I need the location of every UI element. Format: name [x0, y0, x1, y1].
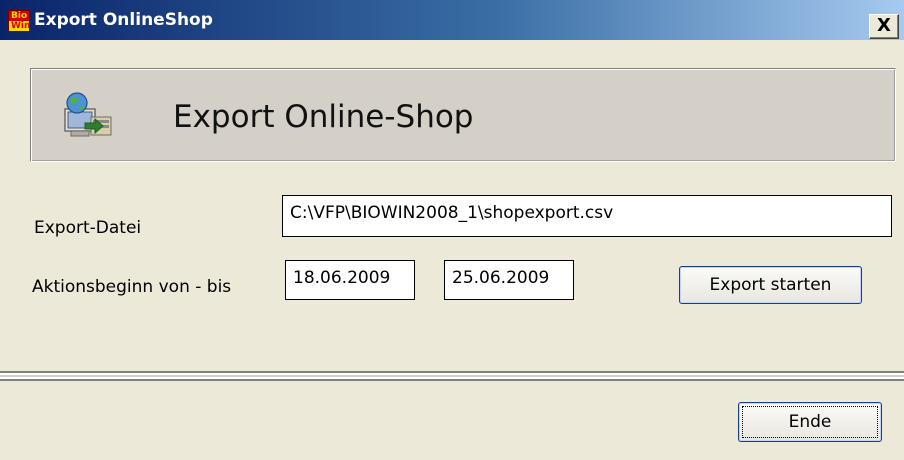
start-export-button[interactable]: Export starten [679, 266, 862, 304]
header-panel: Export Online-Shop [30, 68, 896, 162]
export-onlineshop-window: Bio Win Export OnlineShop X Export Onlin… [0, 0, 904, 460]
export-file-label: Export-Datei [34, 218, 142, 238]
export-file-input[interactable]: C:\VFP\BIOWIN2008_1\shopexport.csv [282, 195, 892, 237]
start-export-button-label: Export starten [709, 275, 832, 295]
window-title: Export OnlineShop [34, 10, 213, 30]
close-button[interactable]: X [869, 14, 899, 39]
date-to-input[interactable]: 25.06.2009 [444, 260, 574, 300]
app-icon-line1: Bio [11, 11, 28, 21]
close-icon: X [877, 15, 891, 36]
date-range-label: Aktionsbeginn von - bis [32, 277, 232, 297]
header-title: Export Online-Shop [173, 99, 474, 135]
end-button-label: Ende [788, 412, 832, 432]
date-from-input[interactable]: 18.06.2009 [285, 260, 415, 300]
biowin-app-icon: Bio Win [8, 10, 30, 32]
export-globe-icon [64, 92, 112, 137]
footer-separator-inner [0, 375, 904, 377]
end-button[interactable]: Ende [738, 402, 882, 442]
title-bar[interactable]: Bio Win Export OnlineShop [0, 0, 904, 40]
footer-separator [0, 371, 904, 381]
app-icon-line2: Win [9, 21, 31, 31]
